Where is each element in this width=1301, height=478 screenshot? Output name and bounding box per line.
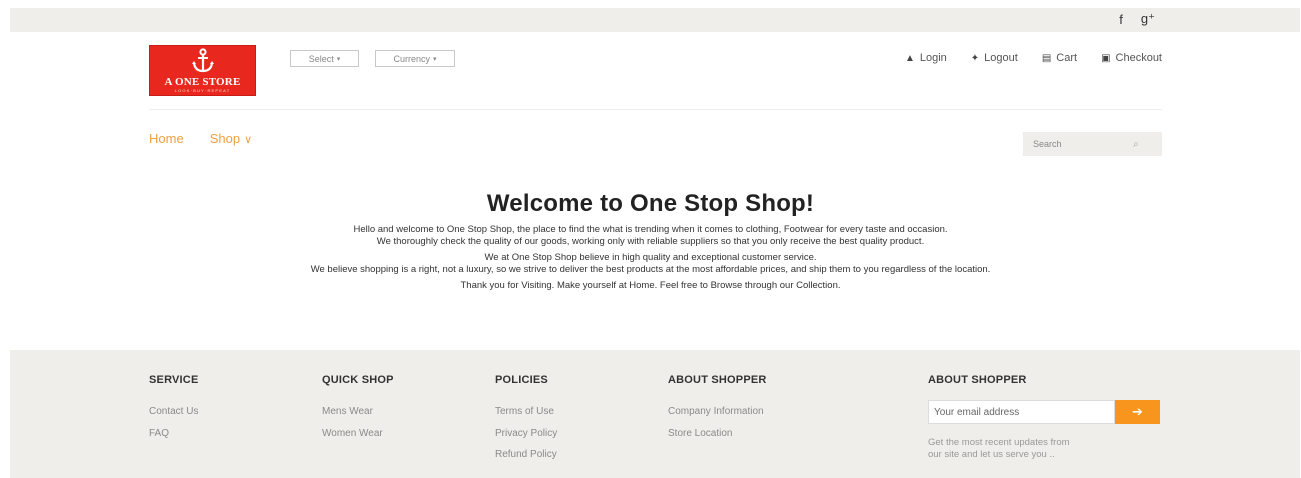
- cart-icon: ▤: [1041, 52, 1052, 64]
- anchor-icon: [192, 48, 214, 73]
- search-input[interactable]: [1023, 139, 1133, 149]
- footer-link-company-info[interactable]: Company Information: [668, 401, 767, 423]
- checkout-label: Checkout: [1115, 52, 1162, 64]
- welcome-paragraph-2: We at One Stop Shop believe in high qual…: [0, 252, 1301, 276]
- footer-col-newsletter: ABOUT SHOPPER ➔ Get the most recent upda…: [928, 374, 1168, 461]
- logout-link[interactable]: ✦ Logout: [971, 52, 1018, 64]
- login-label: Login: [919, 52, 947, 64]
- lock-icon: ▣: [1101, 52, 1111, 64]
- footer-link-women-wear[interactable]: Women Wear: [322, 423, 394, 445]
- social-links: f g⁺: [1119, 11, 1155, 27]
- welcome-text: We believe shopping is a right, not a lu…: [310, 264, 991, 275]
- footer-col-about: ABOUT SHOPPER Company Information Store …: [668, 374, 767, 444]
- select-dropdown-label: Select: [308, 53, 334, 64]
- newsletter-form: ➔: [928, 400, 1168, 424]
- welcome-paragraph-1: Hello and welcome to One Stop Shop, the …: [0, 224, 1301, 248]
- user-icon: ▲: [904, 52, 915, 64]
- welcome-text: We thoroughly check the quality of our g…: [376, 236, 925, 247]
- cart-label: Cart: [1056, 52, 1078, 64]
- store-logo[interactable]: A ONE STORE LOOK·BUY·REPEAT: [149, 45, 256, 96]
- subscribe-button[interactable]: ➔: [1115, 400, 1160, 424]
- logo-tagline: LOOK·BUY·REPEAT: [174, 88, 231, 93]
- footer: SERVICE Contact Us FAQ QUICK SHOP Mens W…: [10, 350, 1300, 478]
- select-dropdown[interactable]: Select ▾: [290, 50, 359, 67]
- page-title: Welcome to One Stop Shop!: [486, 190, 815, 217]
- footer-link-terms[interactable]: Terms of Use: [495, 401, 557, 423]
- footer-heading: SERVICE: [149, 374, 199, 386]
- footer-link-mens-wear[interactable]: Mens Wear: [322, 401, 394, 423]
- newsletter-description: Get the most recent updates from our sit…: [928, 437, 1128, 461]
- welcome-text: We at One Stop Shop believe in high qual…: [484, 252, 817, 263]
- logo-title: A ONE STORE: [164, 76, 241, 88]
- email-field[interactable]: [928, 400, 1115, 424]
- footer-heading: ABOUT SHOPPER: [668, 374, 767, 386]
- google-plus-icon[interactable]: g⁺: [1141, 11, 1155, 27]
- main-nav: Home Shop ∨: [149, 131, 252, 146]
- login-link[interactable]: ▲ Login: [905, 52, 947, 64]
- currency-dropdown[interactable]: Currency ▾: [375, 50, 455, 67]
- chevron-down-icon: ∨: [244, 134, 253, 146]
- newsletter-text: Get the most recent updates from: [928, 437, 1070, 448]
- currency-dropdown-label: Currency: [393, 53, 430, 64]
- nav-home[interactable]: Home: [149, 131, 184, 146]
- arrow-right-icon: ➔: [1132, 404, 1143, 419]
- welcome-section: Welcome to One Stop Shop! Hello and welc…: [0, 190, 1301, 292]
- welcome-paragraph-3: Thank you for Visiting. Make yourself at…: [460, 280, 841, 291]
- caret-down-icon: ▾: [336, 55, 341, 63]
- caret-down-icon: ▾: [433, 55, 437, 63]
- footer-link-privacy[interactable]: Privacy Policy: [495, 423, 557, 445]
- welcome-text: Hello and welcome to One Stop Shop, the …: [353, 224, 948, 235]
- footer-heading: POLICIES: [495, 374, 548, 386]
- footer-col-service: SERVICE Contact Us FAQ: [149, 374, 199, 444]
- header-divider: [149, 109, 1162, 110]
- search-box: ⌕: [1023, 132, 1162, 156]
- checkout-link[interactable]: ▣ Checkout: [1101, 52, 1162, 64]
- footer-col-policies: POLICIES Terms of Use Privacy Policy Ref…: [495, 374, 557, 466]
- facebook-icon[interactable]: f: [1119, 12, 1123, 27]
- user-nav: ▲ Login ✦ Logout ▤ Cart ▣ Checkout: [905, 52, 1162, 64]
- footer-heading: QUICK SHOP: [322, 374, 394, 386]
- footer-link-faq[interactable]: FAQ: [149, 423, 199, 445]
- logout-label: Logout: [984, 52, 1018, 64]
- footer-link-store-location[interactable]: Store Location: [668, 423, 767, 445]
- nav-shop[interactable]: Shop ∨: [210, 131, 252, 146]
- footer-link-contact-us[interactable]: Contact Us: [149, 401, 199, 423]
- newsletter-text: our site and let us serve you ..: [928, 449, 1055, 460]
- footer-col-quick-shop: QUICK SHOP Mens Wear Women Wear: [322, 374, 394, 444]
- top-bar: f g⁺: [10, 8, 1300, 32]
- search-icon[interactable]: ⌕: [1133, 139, 1139, 150]
- cart-link[interactable]: ▤ Cart: [1042, 52, 1077, 64]
- footer-link-refund[interactable]: Refund Policy: [495, 444, 557, 466]
- move-icon: ✦: [970, 52, 980, 64]
- footer-heading: ABOUT SHOPPER: [928, 374, 1027, 386]
- nav-shop-label: Shop: [209, 131, 241, 146]
